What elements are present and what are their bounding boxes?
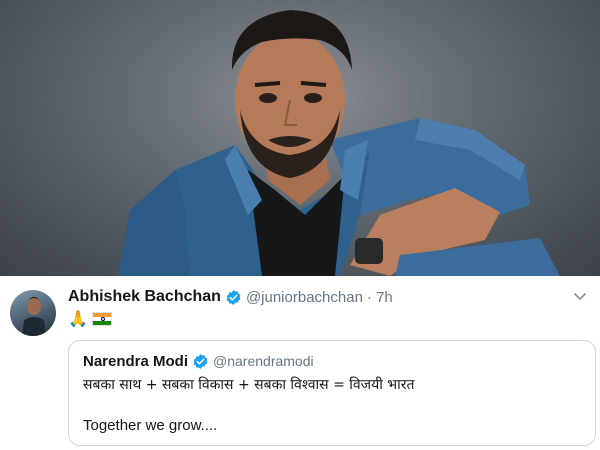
verified-badge-icon: [226, 289, 241, 305]
avatar-image: [22, 297, 46, 336]
quoted-tweet-header: Narendra Modi @narendramodi: [83, 351, 314, 371]
author-handle[interactable]: @juniorbachchan: [246, 289, 363, 306]
verified-badge-icon: [193, 353, 208, 369]
person-photo-illustration: [118, 10, 560, 276]
folded-hands-emoji: 🙏: [68, 309, 88, 328]
chevron-down-icon[interactable]: [572, 288, 588, 304]
quoted-tweet-text-english: Together we grow....: [83, 417, 218, 434]
author-name[interactable]: Abhishek Bachchan: [68, 288, 221, 306]
avatar[interactable]: [10, 290, 56, 336]
quoted-author-name[interactable]: Narendra Modi: [83, 353, 188, 370]
tweet-body: 🙏: [68, 308, 112, 330]
tweet-header: Abhishek Bachchan @juniorbachchan · 7h: [68, 286, 393, 308]
header-photo: [0, 0, 600, 276]
tweet-card[interactable]: Abhishek Bachchan @juniorbachchan · 7h 🙏…: [0, 276, 600, 450]
quoted-tweet[interactable]: Narendra Modi @narendramodi सबका साथ + स…: [68, 340, 596, 446]
quoted-tweet-text-hindi: सबका साथ + सबका विकास + सबका विश्वास = व…: [83, 377, 415, 393]
quoted-author-handle[interactable]: @narendramodi: [213, 353, 314, 369]
tweet-timestamp[interactable]: · 7h: [367, 289, 393, 306]
india-flag-icon: [91, 312, 112, 326]
